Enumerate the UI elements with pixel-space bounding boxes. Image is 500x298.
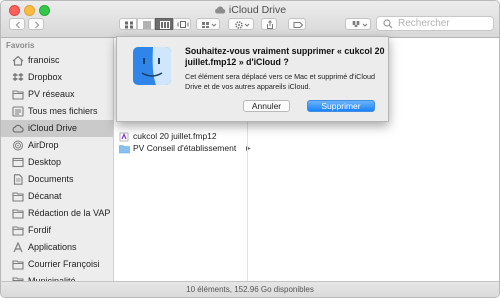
- search-placeholder: Rechercher: [398, 18, 450, 29]
- dropbox-toolbar-button[interactable]: [345, 18, 371, 30]
- folder-icon: [12, 209, 24, 219]
- sidebar: Favoris franoisc Dropbox PV réseaux Tous…: [1, 38, 114, 287]
- sidebar-item-dropbox[interactable]: Dropbox: [1, 69, 113, 86]
- file-row[interactable]: cukcol 20 juillet.fmp12: [119, 131, 249, 143]
- delete-confirmation-dialog: Souhaitez-vous vraiment supprimer « cukc…: [116, 36, 389, 122]
- folder-icon: [12, 192, 24, 202]
- list-view-button[interactable]: [137, 18, 155, 30]
- delete-button[interactable]: Supprimer: [307, 100, 375, 112]
- forward-button[interactable]: [28, 18, 44, 30]
- search-icon: [383, 19, 393, 29]
- status-bar: 10 éléments, 152.96 Go disponibles: [1, 281, 499, 297]
- sidebar-item-fordif[interactable]: Fordif: [1, 222, 113, 239]
- action-gear-button[interactable]: [228, 18, 254, 30]
- house-icon: [12, 55, 24, 66]
- documents-icon: [13, 174, 23, 185]
- sidebar-item-courrier-francoisi[interactable]: Courrier Françoisi: [1, 256, 113, 273]
- sidebar-item-applications[interactable]: Applications: [1, 239, 113, 256]
- window-title-text: iCloud Drive: [228, 4, 287, 16]
- sidebar-item-franoisc[interactable]: franoisc: [1, 52, 113, 69]
- sidebar-item-documents[interactable]: Documents: [1, 171, 113, 188]
- sidebar-item-tous-mes-fichiers[interactable]: Tous mes fichiers: [1, 103, 113, 120]
- folder-icon: [12, 226, 24, 236]
- sidebar-item-airdrop[interactable]: AirDrop: [1, 137, 113, 154]
- back-button[interactable]: [9, 18, 25, 30]
- applications-icon: [13, 242, 23, 253]
- icon-view-button[interactable]: [119, 18, 137, 30]
- folder-row[interactable]: PV Conseil d'établissement ▶: [119, 143, 251, 155]
- finder-icon: [133, 47, 171, 85]
- share-button[interactable]: [261, 18, 277, 30]
- title-bar: iCloud Drive Rechercher: [1, 1, 499, 38]
- folder-icon: [119, 145, 130, 154]
- finder-window: iCloud Drive Rechercher Favoris franoisc…: [0, 0, 500, 298]
- airdrop-icon: [13, 140, 23, 151]
- cloud-icon: [214, 5, 226, 17]
- dropbox-icon: [12, 73, 24, 81]
- status-text: 10 éléments, 152.96 Go disponibles: [186, 285, 314, 294]
- sidebar-item-icloud-drive[interactable]: iCloud Drive: [1, 120, 113, 137]
- tags-button[interactable]: [288, 18, 306, 30]
- dialog-title: Souhaitez-vous vraiment supprimer « cukc…: [185, 46, 385, 67]
- cover-flow-button[interactable]: [173, 18, 191, 30]
- sidebar-item-redaction-vap[interactable]: Rédaction de la VAP: [1, 205, 113, 222]
- folder-icon: [12, 90, 24, 100]
- cancel-button[interactable]: Annuler: [243, 100, 290, 112]
- folder-icon: [12, 260, 24, 270]
- column-view-button[interactable]: [155, 18, 173, 30]
- sidebar-item-pv-reseaux[interactable]: PV réseaux: [1, 86, 113, 103]
- search-field[interactable]: Rechercher: [376, 16, 494, 31]
- sidebar-item-decanat[interactable]: Décanat: [1, 188, 113, 205]
- sidebar-item-desktop[interactable]: Desktop: [1, 154, 113, 171]
- arrange-button[interactable]: [196, 18, 220, 30]
- all-files-icon: [12, 106, 24, 117]
- desktop-icon: [12, 157, 24, 168]
- sidebar-header: Favoris: [6, 41, 35, 50]
- filemaker-icon: [119, 132, 129, 142]
- cloud-icon: [12, 124, 24, 133]
- dialog-message: Cet élément sera déplacé vers ce Mac et …: [185, 72, 375, 91]
